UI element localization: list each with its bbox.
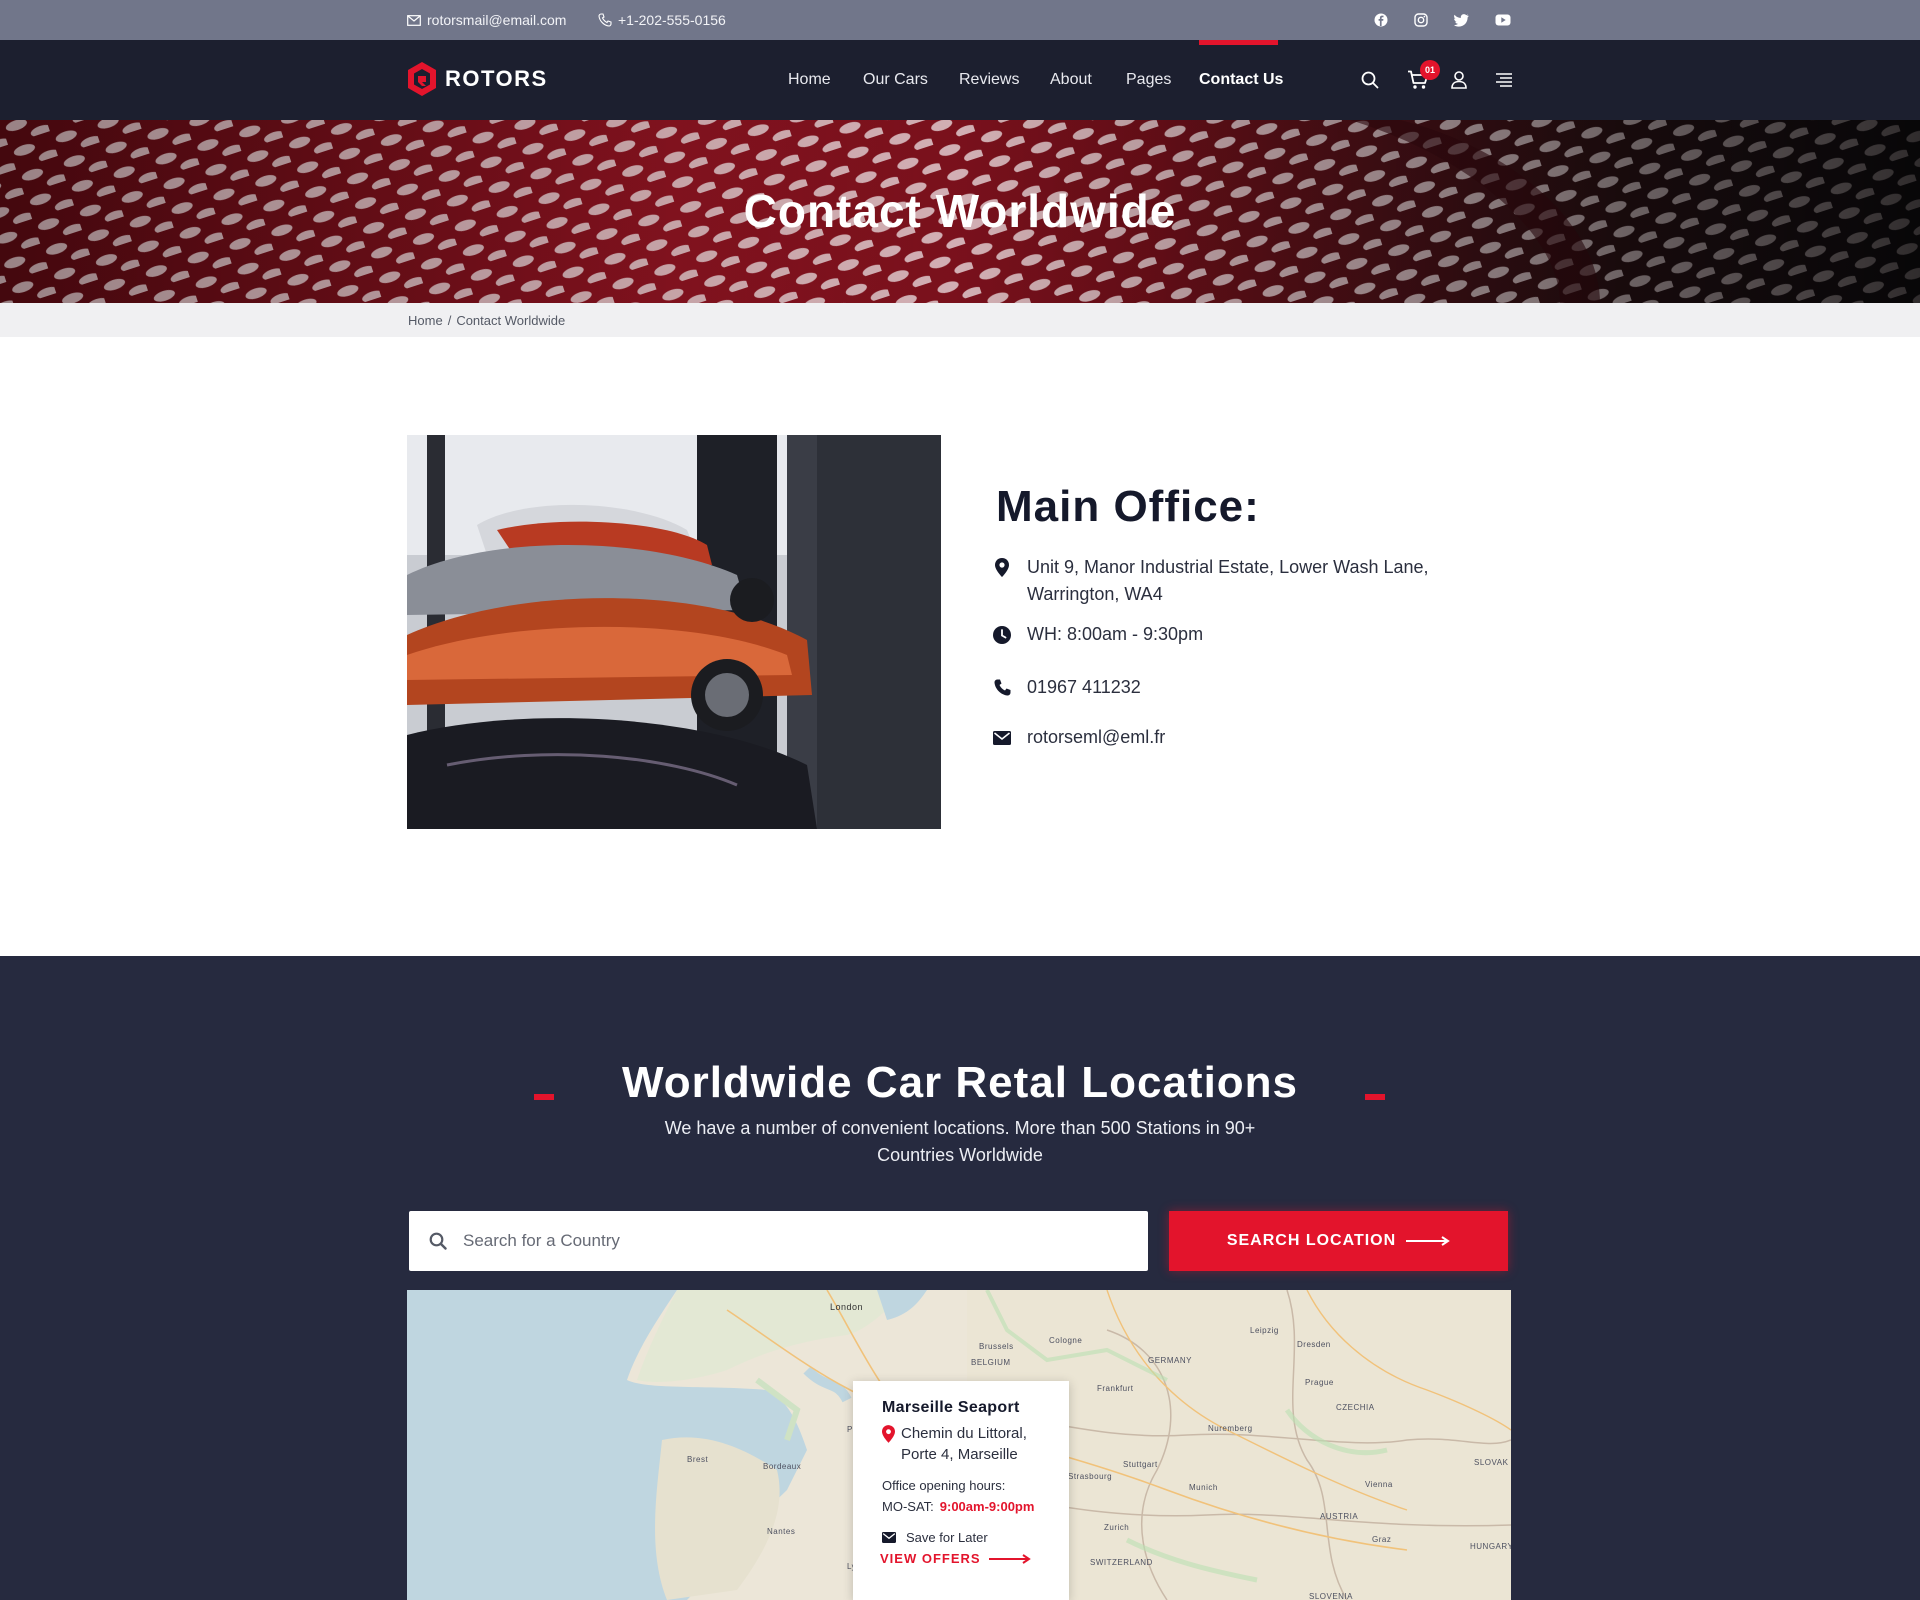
- locations-subtitle-line1: We have a number of convenient locations…: [664, 1118, 1256, 1138]
- map-label-belgium: BELGIUM: [971, 1358, 1011, 1367]
- arrow-right-icon: [988, 1553, 1031, 1564]
- clock-icon: [993, 621, 1011, 648]
- search-location-label: SEARCH LOCATION: [1226, 1232, 1397, 1249]
- topbar-email-text: rotorsmail@email.com: [427, 12, 567, 28]
- country-search-box: [409, 1211, 1148, 1271]
- search-icon: [429, 1232, 447, 1250]
- arrow-right-icon: [1406, 1236, 1450, 1246]
- nav-contact-us[interactable]: Contact Us: [1199, 40, 1283, 120]
- map-marker-icon: [993, 554, 1011, 581]
- title-dash-right: [1365, 1094, 1385, 1100]
- nav-our-cars[interactable]: Our Cars: [863, 40, 928, 120]
- phone-icon: [598, 13, 612, 27]
- office-address-line1: Unit 9, Manor Industrial Estate, Lower W…: [1027, 557, 1429, 577]
- map-label-zurich: Zurich: [1104, 1523, 1130, 1532]
- map-label-munich: Munich: [1189, 1483, 1218, 1492]
- office-address-line2: Warrington, WA4: [1027, 584, 1163, 604]
- search-location-button[interactable]: SEARCH LOCATION: [1169, 1211, 1508, 1271]
- breadcrumb: Home / Contact Worldwide: [408, 303, 565, 337]
- map-label-prague: Prague: [1305, 1378, 1334, 1387]
- map-label-vienna: Vienna: [1365, 1480, 1393, 1489]
- topbar-phone-text: +1-202-555-0156: [618, 12, 726, 28]
- nav-pages[interactable]: Pages: [1126, 40, 1171, 120]
- popup-address-line2: Porte 4, Marseille: [901, 1446, 1018, 1463]
- map-location-popup: Marseille Seaport Chemin du Littoral, Po…: [853, 1381, 1069, 1600]
- envelope-icon: [993, 724, 1011, 751]
- nav-home[interactable]: Home: [788, 40, 831, 120]
- popup-days-label: MO-SAT:: [882, 1499, 934, 1514]
- view-offers-link[interactable]: VIEW OFFERS: [880, 1551, 1069, 1566]
- map-label-dresden: Dresden: [1297, 1340, 1331, 1349]
- youtube-icon[interactable]: [1493, 10, 1513, 30]
- map-label-london: London: [830, 1302, 864, 1312]
- phone-icon: [993, 674, 1011, 701]
- map-label-leipzig: Leipzig: [1250, 1326, 1279, 1335]
- logo[interactable]: ROTORS: [407, 62, 548, 96]
- breadcrumb-bar: Home / Contact Worldwide: [0, 303, 1920, 337]
- office-car-image: [407, 435, 941, 829]
- locations-subtitle-line2: Countries Worldwide: [877, 1145, 1043, 1165]
- popup-save-for-later[interactable]: Save for Later: [882, 1530, 1069, 1545]
- envelope-icon: [407, 14, 421, 26]
- popup-address-line1: Chemin du Littoral,: [901, 1425, 1027, 1442]
- office-phone[interactable]: 01967 411232: [993, 674, 1141, 701]
- top-bar: rotorsmail@email.com +1-202-555-0156: [0, 0, 1920, 40]
- locations-title: Worldwide Car Retal Locations: [621, 1058, 1299, 1107]
- twitter-icon[interactable]: [1451, 10, 1471, 30]
- office-hours-text: WH: 8:00am - 9:30pm: [1027, 624, 1204, 644]
- cart-count-badge: 01: [1420, 60, 1440, 80]
- nav-about[interactable]: About: [1050, 40, 1092, 120]
- topbar-email[interactable]: rotorsmail@email.com: [407, 0, 566, 40]
- office-title: Main Office:: [996, 482, 1260, 531]
- popup-address: Chemin du Littoral, Porte 4, Marseille: [882, 1423, 1069, 1465]
- office-email-text: rotorseml@eml.fr: [1027, 727, 1166, 747]
- map-label-bordeaux: Bordeaux: [763, 1462, 802, 1471]
- envelope-icon: [882, 1532, 896, 1543]
- map-label-nantes: Nantes: [767, 1527, 796, 1536]
- office-address: Unit 9, Manor Industrial Estate, Lower W…: [993, 554, 1429, 608]
- map-label-czechia: CZECHIA: [1336, 1403, 1375, 1412]
- office-hours: WH: 8:00am - 9:30pm: [993, 621, 1203, 648]
- hero-title: Contact Worldwide: [743, 185, 1177, 237]
- user-icon[interactable]: [1447, 68, 1471, 92]
- map-label-austria: AUSTRIA: [1320, 1512, 1359, 1521]
- locations-subtitle: We have a number of convenient locations…: [660, 1115, 1260, 1169]
- map-label-strasbourg: Strasbourg: [1068, 1472, 1113, 1481]
- map-label-brussels: Brussels: [979, 1342, 1014, 1351]
- map-marker-icon: [882, 1425, 895, 1443]
- map-label-stuttgart: Stuttgart: [1123, 1460, 1158, 1469]
- popup-title: Marseille Seaport: [882, 1399, 1020, 1416]
- breadcrumb-home[interactable]: Home: [408, 313, 443, 328]
- topbar-phone[interactable]: +1-202-555-0156: [598, 0, 726, 40]
- map-label-cologne: Cologne: [1049, 1336, 1083, 1345]
- popup-days: MO-SAT: 9:00am-9:00pm: [882, 1499, 1069, 1514]
- map-label-nuremberg: Nuremberg: [1208, 1424, 1253, 1433]
- view-offers-label: VIEW OFFERS: [880, 1551, 981, 1566]
- breadcrumb-separator: /: [447, 312, 452, 328]
- search-icon[interactable]: [1358, 68, 1382, 92]
- facebook-icon[interactable]: [1371, 10, 1391, 30]
- map-label-brest: Brest: [687, 1455, 709, 1464]
- map-label-hungary: HUNGARY: [1470, 1542, 1511, 1551]
- office-phone-text: 01967 411232: [1027, 677, 1141, 697]
- map-label-graz: Graz: [1372, 1535, 1392, 1544]
- nav-reviews[interactable]: Reviews: [959, 40, 1019, 120]
- popup-times: 9:00am-9:00pm: [939, 1499, 1035, 1514]
- popup-save-label: Save for Later: [906, 1530, 988, 1545]
- logo-text: ROTORS: [445, 66, 548, 91]
- hero-banner: Contact Worldwide: [0, 120, 1920, 303]
- popup-hours-label: Office opening hours:: [882, 1478, 1006, 1493]
- map-label-slovenia: SLOVENIA: [1309, 1592, 1354, 1600]
- breadcrumb-current: Contact Worldwide: [456, 312, 566, 328]
- menu-icon[interactable]: [1492, 68, 1516, 92]
- country-search-input[interactable]: [463, 1231, 1103, 1251]
- office-email[interactable]: rotorseml@eml.fr: [993, 724, 1165, 751]
- map-label-frankfurt: Frankfurt: [1097, 1384, 1134, 1393]
- map-label-switzerland: SWITZERLAND: [1090, 1558, 1153, 1567]
- rotors-logo-icon: [408, 62, 436, 96]
- instagram-icon[interactable]: [1411, 10, 1431, 30]
- map-label-slovak: SLOVAK: [1474, 1458, 1509, 1467]
- map-label-germany: GERMANY: [1148, 1356, 1192, 1365]
